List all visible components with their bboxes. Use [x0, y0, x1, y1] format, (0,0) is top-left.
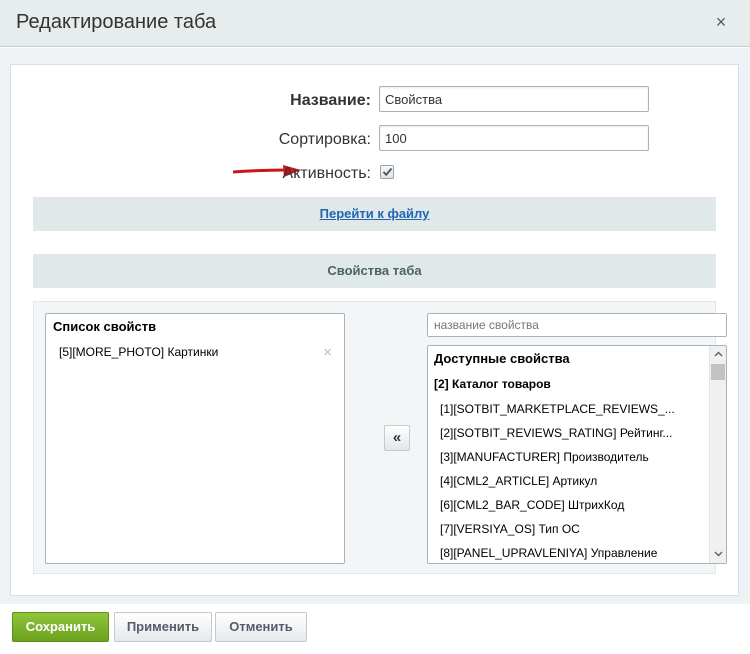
list-item[interactable]: [3][MANUFACTURER] Производитель: [440, 450, 700, 464]
name-label: Название:: [290, 92, 371, 109]
property-search-input[interactable]: [427, 313, 727, 337]
list-item[interactable]: [1][SOTBIT_MARKETPLACE_REVIEWS_...: [440, 402, 700, 416]
double-chevron-left-icon[interactable]: «: [384, 425, 410, 451]
name-input[interactable]: [379, 86, 649, 112]
content-panel: Название: Сортировка: Активность: Перейт…: [10, 64, 739, 596]
sort-label: Сортировка:: [278, 131, 371, 148]
dialog-title: Редактирование таба: [16, 11, 217, 33]
tab-properties-title: Свойства таба: [327, 263, 422, 278]
save-button[interactable]: Сохранить: [12, 612, 109, 642]
sort-input[interactable]: [379, 125, 649, 151]
goto-file-link[interactable]: Перейти к файлу: [320, 206, 430, 221]
list-item[interactable]: [5][MORE_PHOTO] Картинки: [59, 345, 218, 359]
list-item[interactable]: [8][PANEL_UPRAVLENIYA] Управление: [440, 546, 700, 560]
apply-button[interactable]: Применить: [114, 612, 212, 642]
remove-icon[interactable]: ×: [323, 344, 332, 361]
close-icon[interactable]: ×: [712, 13, 730, 31]
list-item[interactable]: [7][VERSIYA_OS] Тип ОС: [440, 522, 700, 536]
available-list-title: Доступные свойства: [434, 351, 570, 366]
list-item[interactable]: [6][CML2_BAR_CODE] ШтрихКод: [440, 498, 700, 512]
tab-properties-header: Свойства таба: [33, 254, 716, 288]
chevron-up-icon[interactable]: [710, 346, 726, 363]
cancel-button[interactable]: Отменить: [215, 612, 307, 642]
list-item[interactable]: [2][SOTBIT_REVIEWS_RATING] Рейтинг...: [440, 426, 700, 440]
checkmark-icon: [382, 167, 393, 177]
available-group-title: [2] Каталог товаров: [434, 377, 551, 391]
active-label: Активность:: [282, 165, 371, 182]
selected-list-title: Список свойств: [53, 319, 157, 334]
list-item[interactable]: [4][CML2_ARTICLE] Артикул: [440, 474, 700, 488]
active-checkbox[interactable]: [380, 165, 394, 179]
dialog-header: Редактирование таба ×: [0, 0, 750, 47]
dialog-body: Название: Сортировка: Активность: Перейт…: [0, 48, 750, 604]
selected-properties-list[interactable]: Список свойств [5][MORE_PHOTO] Картинки …: [45, 313, 345, 564]
goto-file-bar: Перейти к файлу: [33, 197, 716, 231]
properties-area: Список свойств [5][MORE_PHOTO] Картинки …: [33, 301, 727, 574]
chevron-down-icon[interactable]: [710, 546, 726, 563]
available-properties-list[interactable]: Доступные свойства [2] Каталог товаров […: [427, 345, 727, 564]
scroll-thumb[interactable]: [711, 364, 725, 380]
vertical-scrollbar[interactable]: [709, 346, 726, 563]
